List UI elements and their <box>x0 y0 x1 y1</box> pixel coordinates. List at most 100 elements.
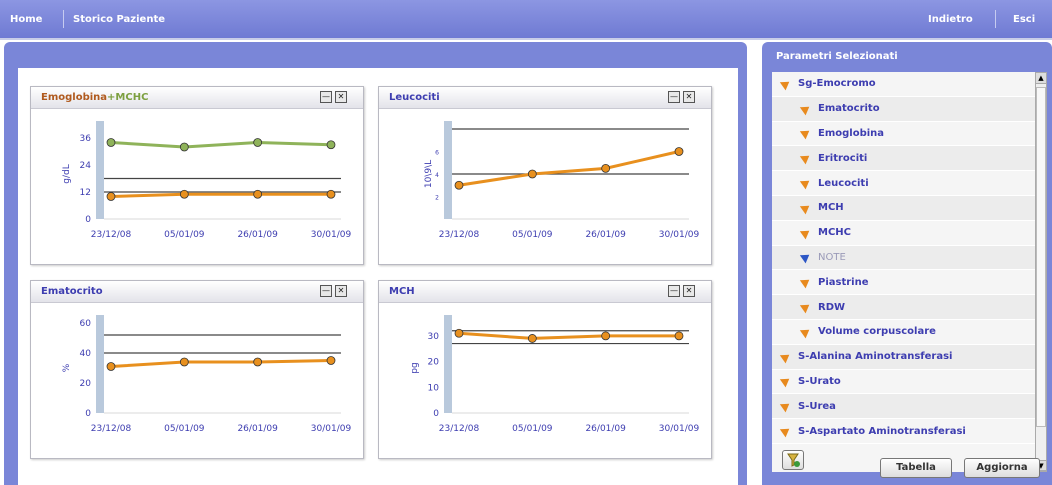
data-point[interactable] <box>527 334 537 343</box>
data-point[interactable] <box>179 357 189 367</box>
filter-button[interactable] <box>782 450 804 470</box>
tabella-button[interactable]: Tabella <box>880 458 952 478</box>
y-tick-label: 24 <box>80 161 92 171</box>
charts-area: Emoglobina+MCHC — ✕ 0 12 24 36 g/dL 23/12/08 0… <box>18 68 738 485</box>
y-axis-label: % <box>62 363 72 372</box>
minimize-icon[interactable]: — <box>320 91 332 103</box>
parameter-item[interactable]: S-Urato <box>772 370 1035 395</box>
arrow-icon <box>799 251 813 264</box>
esci-link[interactable]: Esci <box>1013 14 1035 25</box>
minimize-icon[interactable]: — <box>668 285 680 297</box>
parameter-item[interactable]: Eritrociti <box>772 146 1035 172</box>
close-icon[interactable]: ✕ <box>335 91 347 103</box>
nav-separator <box>63 10 64 28</box>
parameters-list: Sg-Emocromo Ematocrito Emoglobina Eritrocit… <box>772 72 1035 472</box>
x-tick-label: 05/01/09 <box>164 230 205 240</box>
parameter-item[interactable]: S-Urea <box>772 394 1035 420</box>
minimize-icon[interactable]: — <box>668 91 680 103</box>
chart-card-header: Ematocrito — ✕ <box>31 281 363 303</box>
parameter-item[interactable]: Emoglobina <box>772 122 1035 147</box>
chart-card-header: MCH — ✕ <box>379 281 711 303</box>
parameter-item[interactable]: S-Alanina Aminotransferasi <box>772 344 1035 370</box>
x-tick-label: 26/01/09 <box>237 424 278 434</box>
data-point[interactable] <box>253 189 263 199</box>
chart-card-emoglobina-mchc: Emoglobina+MCHC — ✕ 0 12 24 36 g/dL 23/12/08 0… <box>30 86 364 265</box>
data-point[interactable] <box>179 142 189 152</box>
parameter-item[interactable]: NOTE <box>772 245 1035 271</box>
arrow-icon <box>799 102 813 116</box>
series-line <box>110 140 332 149</box>
arrow-icon <box>779 77 793 91</box>
parameter-label: Piastrine <box>818 276 869 288</box>
parameter-label: S-Urato <box>798 375 841 387</box>
arrow-icon <box>779 350 793 364</box>
aggiorna-button[interactable]: Aggiorna <box>964 458 1040 478</box>
home-link[interactable]: Home <box>10 14 42 25</box>
parameter-item[interactable]: Leucociti <box>772 171 1035 196</box>
line-chart: 0 12 24 36 g/dL 23/12/08 05/01/09 26/01/09 30/01… <box>62 121 351 240</box>
data-point[interactable] <box>674 331 684 341</box>
data-point[interactable] <box>601 163 611 173</box>
storico-paziente-link[interactable]: Storico Paziente <box>73 14 165 25</box>
indietro-link[interactable]: Indietro <box>928 14 973 25</box>
parameter-item[interactable]: Piastrine <box>772 270 1035 296</box>
selected-parameters-panel: Parametri Selezionati Sg-Emocromo Ematocr… <box>762 42 1052 485</box>
x-tick-label: 23/12/08 <box>439 230 480 240</box>
arrow-icon <box>799 275 813 289</box>
series-line <box>458 331 679 340</box>
data-point[interactable] <box>253 138 263 147</box>
y-tick-label: 10 <box>428 383 440 393</box>
data-point[interactable] <box>106 138 116 147</box>
chart-title: Emoglobina+MCHC <box>41 92 148 103</box>
data-point[interactable] <box>106 362 116 371</box>
data-point[interactable] <box>527 169 537 179</box>
chart-title-primary: Emoglobina <box>41 92 108 103</box>
top-navigation-bar: Home Storico Paziente Indietro Esci <box>0 0 1052 40</box>
y-tick-label: 4 <box>435 172 439 179</box>
parameter-item[interactable]: Sg-Emocromo <box>772 72 1035 97</box>
y-tick-label: 6 <box>435 150 439 157</box>
line-chart: 0 20 40 60% 23/12/08 05/01/09 26/01/09 30/01/09 <box>62 315 352 434</box>
data-point[interactable] <box>326 356 336 365</box>
close-icon[interactable]: ✕ <box>683 91 695 103</box>
filter-icon <box>787 453 800 467</box>
parameter-item[interactable]: S-Aspartato Aminotransferasi <box>772 419 1035 444</box>
chart-title: Leucociti <box>389 92 440 103</box>
y-tick-label: 60 <box>80 319 92 329</box>
axis-band <box>96 315 104 413</box>
scroll-up-icon[interactable]: ▲ <box>1036 73 1046 84</box>
x-tick-label: 30/01/09 <box>311 424 352 434</box>
data-point[interactable] <box>454 328 464 338</box>
close-icon[interactable]: ✕ <box>335 285 347 297</box>
x-tick-label: 23/12/08 <box>439 424 480 434</box>
y-tick-label: 36 <box>80 134 92 144</box>
y-axis-label: 10\9\L <box>424 160 434 188</box>
y-tick-label: 0 <box>85 215 91 225</box>
close-icon[interactable]: ✕ <box>683 285 695 297</box>
scroll-thumb[interactable] <box>1036 87 1046 427</box>
arrow-icon <box>779 399 793 413</box>
x-tick-label: 23/12/08 <box>91 424 132 434</box>
minimize-icon[interactable]: — <box>320 285 332 297</box>
data-point[interactable] <box>253 357 263 367</box>
parameter-item[interactable]: Ematocrito <box>772 96 1035 122</box>
parameter-item[interactable]: Volume corpuscolare <box>772 320 1035 345</box>
data-point[interactable] <box>454 180 464 190</box>
parameter-label: MCH <box>818 202 844 214</box>
data-point[interactable] <box>326 189 336 199</box>
y-tick-label: 12 <box>80 188 91 198</box>
parameter-item[interactable]: MCH <box>772 195 1035 221</box>
parameter-label: Volume corpuscolare <box>818 326 936 338</box>
data-point[interactable] <box>601 331 611 341</box>
data-point[interactable] <box>674 147 684 156</box>
data-point[interactable] <box>179 189 189 199</box>
line-chart: 0 10 20 30 pg 23/12/08 05/01/09 26/01/09 30/01/0… <box>410 315 699 434</box>
data-point[interactable] <box>326 140 336 150</box>
data-point[interactable] <box>106 192 116 201</box>
list-scrollbar[interactable]: ▲ ▼ <box>1035 72 1047 472</box>
chart-card-leucociti: Leucociti — ✕ 2 4 6 10\9\L 23/12/08 05/01/09 2… <box>378 86 712 265</box>
parameter-item[interactable]: RDW <box>772 295 1035 320</box>
parameter-item[interactable]: MCHC <box>772 221 1035 246</box>
parameter-label: MCHC <box>818 227 851 239</box>
chart-card-header: Emoglobina+MCHC — ✕ <box>31 87 363 109</box>
